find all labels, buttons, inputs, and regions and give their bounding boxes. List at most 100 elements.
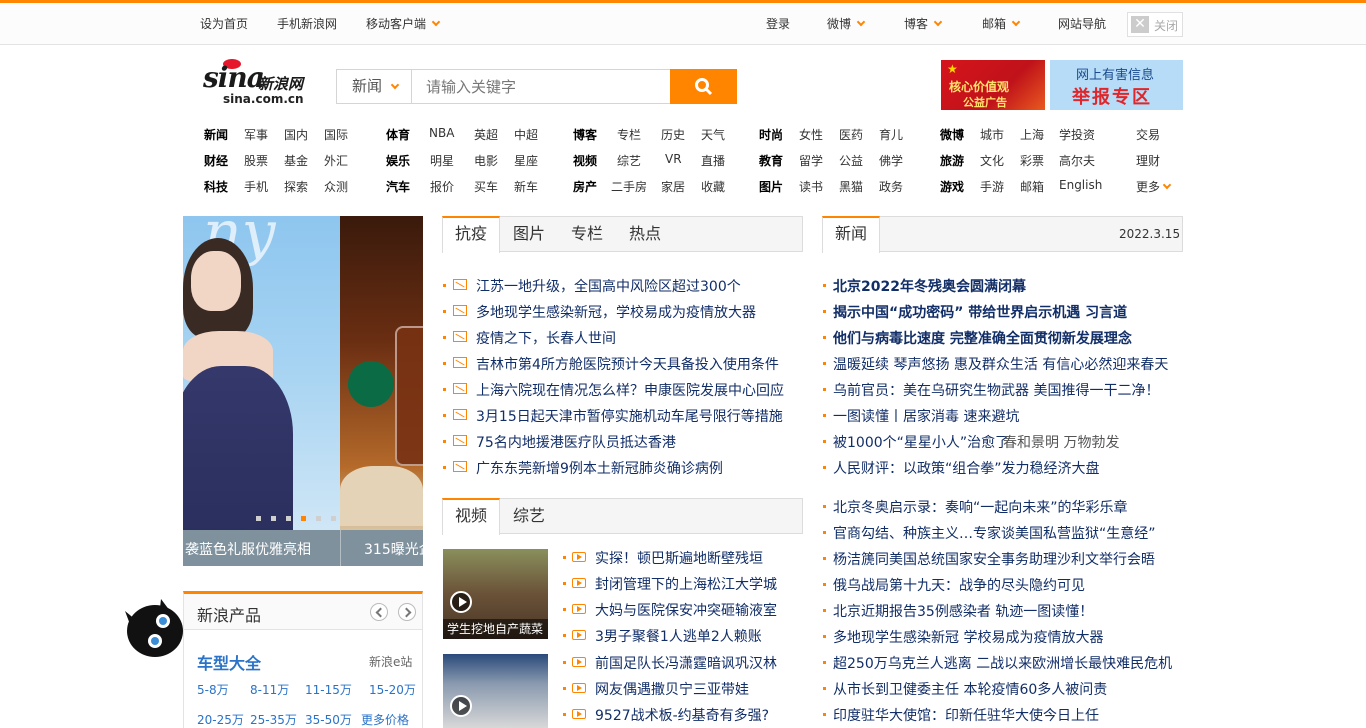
news-item[interactable]: 被1000个“星星小人”治愈了: [833, 432, 1009, 452]
nav-stars[interactable]: 明星: [430, 152, 454, 169]
nav-women[interactable]: 女性: [799, 126, 823, 143]
weibo-menu[interactable]: 微博: [827, 15, 866, 32]
nav-mobile[interactable]: 手机: [244, 178, 268, 195]
slide-photo-1[interactable]: ny: [183, 216, 340, 530]
mobile-client-menu[interactable]: 移动客户端: [366, 15, 441, 32]
search-category-select[interactable]: 新闻: [337, 70, 412, 103]
nav-charity[interactable]: 公益: [839, 152, 863, 169]
nav-parenting[interactable]: 育儿: [879, 126, 903, 143]
nav-edu[interactable]: 教育: [759, 152, 783, 169]
nav-explore[interactable]: 探索: [284, 178, 308, 195]
list-item[interactable]: 广东东莞新增9例本土新冠肺炎确诊病例: [476, 458, 723, 478]
search-button[interactable]: [670, 69, 737, 104]
nav-shanghai[interactable]: 上海: [1020, 126, 1044, 143]
nav-live[interactable]: 直播: [701, 152, 725, 169]
nav-city[interactable]: 城市: [980, 126, 1004, 143]
slide-caption-2[interactable]: 315曝光企: [364, 539, 423, 559]
site-nav-link[interactable]: 网站导航: [1058, 15, 1106, 32]
price-range-link[interactable]: 11-15万: [305, 681, 352, 698]
nav-collect[interactable]: 收藏: [701, 178, 725, 195]
nav-lottery[interactable]: 彩票: [1020, 152, 1044, 169]
list-item[interactable]: 75名内地援港医疗队员抵达香港: [476, 432, 676, 452]
video-item[interactable]: 实探！顿巴斯遍地断壁残垣: [595, 548, 763, 568]
prev-arrow-icon[interactable]: [370, 603, 388, 621]
nav-nba[interactable]: NBA: [429, 126, 454, 140]
close-button[interactable]: ✕ 关闭: [1127, 12, 1183, 37]
nav-premier-league[interactable]: 英超: [474, 126, 498, 143]
list-item[interactable]: 3月15日起天津市暂停实施机动车尾号限行等措施: [476, 406, 783, 426]
blog-menu[interactable]: 博客: [904, 15, 943, 32]
nav-history[interactable]: 历史: [661, 126, 685, 143]
headline[interactable]: 北京2022年冬残奥会圆满闭幕: [833, 276, 1026, 296]
list-item[interactable]: 多地现学生感染新冠，学校易成为疫情放大器: [476, 302, 756, 322]
tab-hot[interactable]: 热点: [617, 216, 673, 252]
nav-trade[interactable]: 交易: [1136, 126, 1160, 143]
slider-dot[interactable]: [286, 516, 291, 521]
nav-military[interactable]: 军事: [244, 126, 268, 143]
nav-movies[interactable]: 电影: [474, 152, 498, 169]
nav-vr[interactable]: VR: [665, 152, 682, 166]
ad-core-values[interactable]: ★ 核心价值观 公益广告: [941, 60, 1045, 110]
nav-finance[interactable]: 财经: [204, 152, 228, 169]
nav-variety[interactable]: 综艺: [617, 152, 641, 169]
nav-home[interactable]: 家居: [661, 178, 685, 195]
news-item[interactable]: 印度驻华大使馆：印新任驻华大使今日上任: [833, 705, 1099, 725]
slider-dot-active[interactable]: [301, 516, 306, 521]
tab-video[interactable]: 视频: [442, 498, 501, 535]
tab-news[interactable]: 新闻: [822, 216, 881, 253]
mobile-sina-link[interactable]: 手机新浪网: [277, 15, 337, 32]
nav-heimao[interactable]: 黑猫: [839, 178, 863, 195]
news-item[interactable]: 杨洁篪同美国总统国家安全事务助理沙利文举行会晤: [833, 549, 1155, 569]
nav-books[interactable]: 读书: [799, 178, 823, 195]
video-item[interactable]: 前国足队长冯潇霆暗讽巩汉林: [595, 653, 777, 673]
nav-new-car[interactable]: 新车: [514, 178, 538, 195]
slider-dot[interactable]: [271, 516, 276, 521]
nav-blog[interactable]: 博客: [573, 126, 597, 143]
news-item[interactable]: 乌前官员：美在乌研究生物武器 美国推得一干二净！: [833, 380, 1159, 400]
news-item[interactable]: 北京近期报告35例感染者 轨迹一图读懂！: [833, 601, 1093, 621]
headline[interactable]: 揭示中国“成功密码” 带给世界启示机遇 习言道: [833, 302, 1127, 322]
nav-secondhand[interactable]: 二手房: [611, 178, 647, 195]
slide-photo-2[interactable]: [340, 216, 423, 530]
more-prices-link[interactable]: 更多价格: [361, 711, 409, 728]
nav-ent[interactable]: 娱乐: [386, 152, 410, 169]
news-item-extra[interactable]: 春和景明 万物勃发: [1003, 432, 1119, 452]
slide-caption-1[interactable]: 袭蓝色礼服优雅亮相: [185, 539, 311, 559]
list-item[interactable]: 上海六院现在情况怎么样？申康医院发展中心回应: [476, 380, 784, 400]
nav-review[interactable]: 众测: [324, 178, 348, 195]
list-item[interactable]: 疫情之下，长春人世间: [476, 328, 616, 348]
search-input[interactable]: [413, 70, 671, 103]
video-item[interactable]: 封闭管理下的上海松江大学城: [595, 574, 777, 594]
nav-mail[interactable]: 邮箱: [1020, 178, 1044, 195]
car-catalog-link[interactable]: 车型大全: [197, 650, 261, 674]
price-range-link[interactable]: 8-11万: [250, 681, 289, 698]
nav-video[interactable]: 视频: [573, 152, 597, 169]
video-thumb-1[interactable]: 学生挖地自产蔬菜: [443, 549, 548, 639]
nav-buy-car[interactable]: 买车: [474, 178, 498, 195]
nav-forex[interactable]: 外汇: [324, 152, 348, 169]
nav-buddhism[interactable]: 佛学: [879, 152, 903, 169]
price-range-link[interactable]: 25-35万: [250, 711, 297, 728]
focus-slider[interactable]: ny 袭蓝色礼服优雅亮相 315曝光企: [183, 216, 423, 566]
video-item[interactable]: 9527战术板-约基奇有多强?: [595, 705, 769, 725]
headline[interactable]: 他们与病毒比速度 完整准确全面贯彻新发展理念: [833, 328, 1132, 348]
nav-news[interactable]: 新闻: [204, 126, 228, 143]
nav-house[interactable]: 房产: [573, 178, 597, 195]
news-item[interactable]: 温暖延续 琴声悠扬 惠及群众生活 有信心必然迎来春天: [833, 354, 1168, 374]
nav-funds[interactable]: 基金: [284, 152, 308, 169]
nav-golf[interactable]: 高尔夫: [1059, 152, 1095, 169]
ad-report-zone[interactable]: 网上有害信息 举报专区: [1050, 60, 1183, 110]
nav-photos[interactable]: 图片: [759, 178, 783, 195]
nav-csl[interactable]: 中超: [514, 126, 538, 143]
news-item[interactable]: 多地现学生感染新冠 学校易成为疫情放大器: [833, 627, 1103, 647]
tab-columns[interactable]: 专栏: [559, 216, 615, 252]
nav-mobile-games[interactable]: 手游: [980, 178, 1004, 195]
video-item[interactable]: 网友偶遇撒贝宁三亚带娃: [595, 679, 749, 699]
nav-gov[interactable]: 政务: [879, 178, 903, 195]
news-item[interactable]: 超250万乌克兰人逃离 二战以来欧洲增长最快难民危机: [833, 653, 1172, 673]
nav-column[interactable]: 专栏: [617, 126, 641, 143]
nav-weather[interactable]: 天气: [701, 126, 725, 143]
nav-domestic[interactable]: 国内: [284, 126, 308, 143]
tab-variety[interactable]: 综艺: [501, 498, 557, 534]
nav-study-abroad[interactable]: 留学: [799, 152, 823, 169]
